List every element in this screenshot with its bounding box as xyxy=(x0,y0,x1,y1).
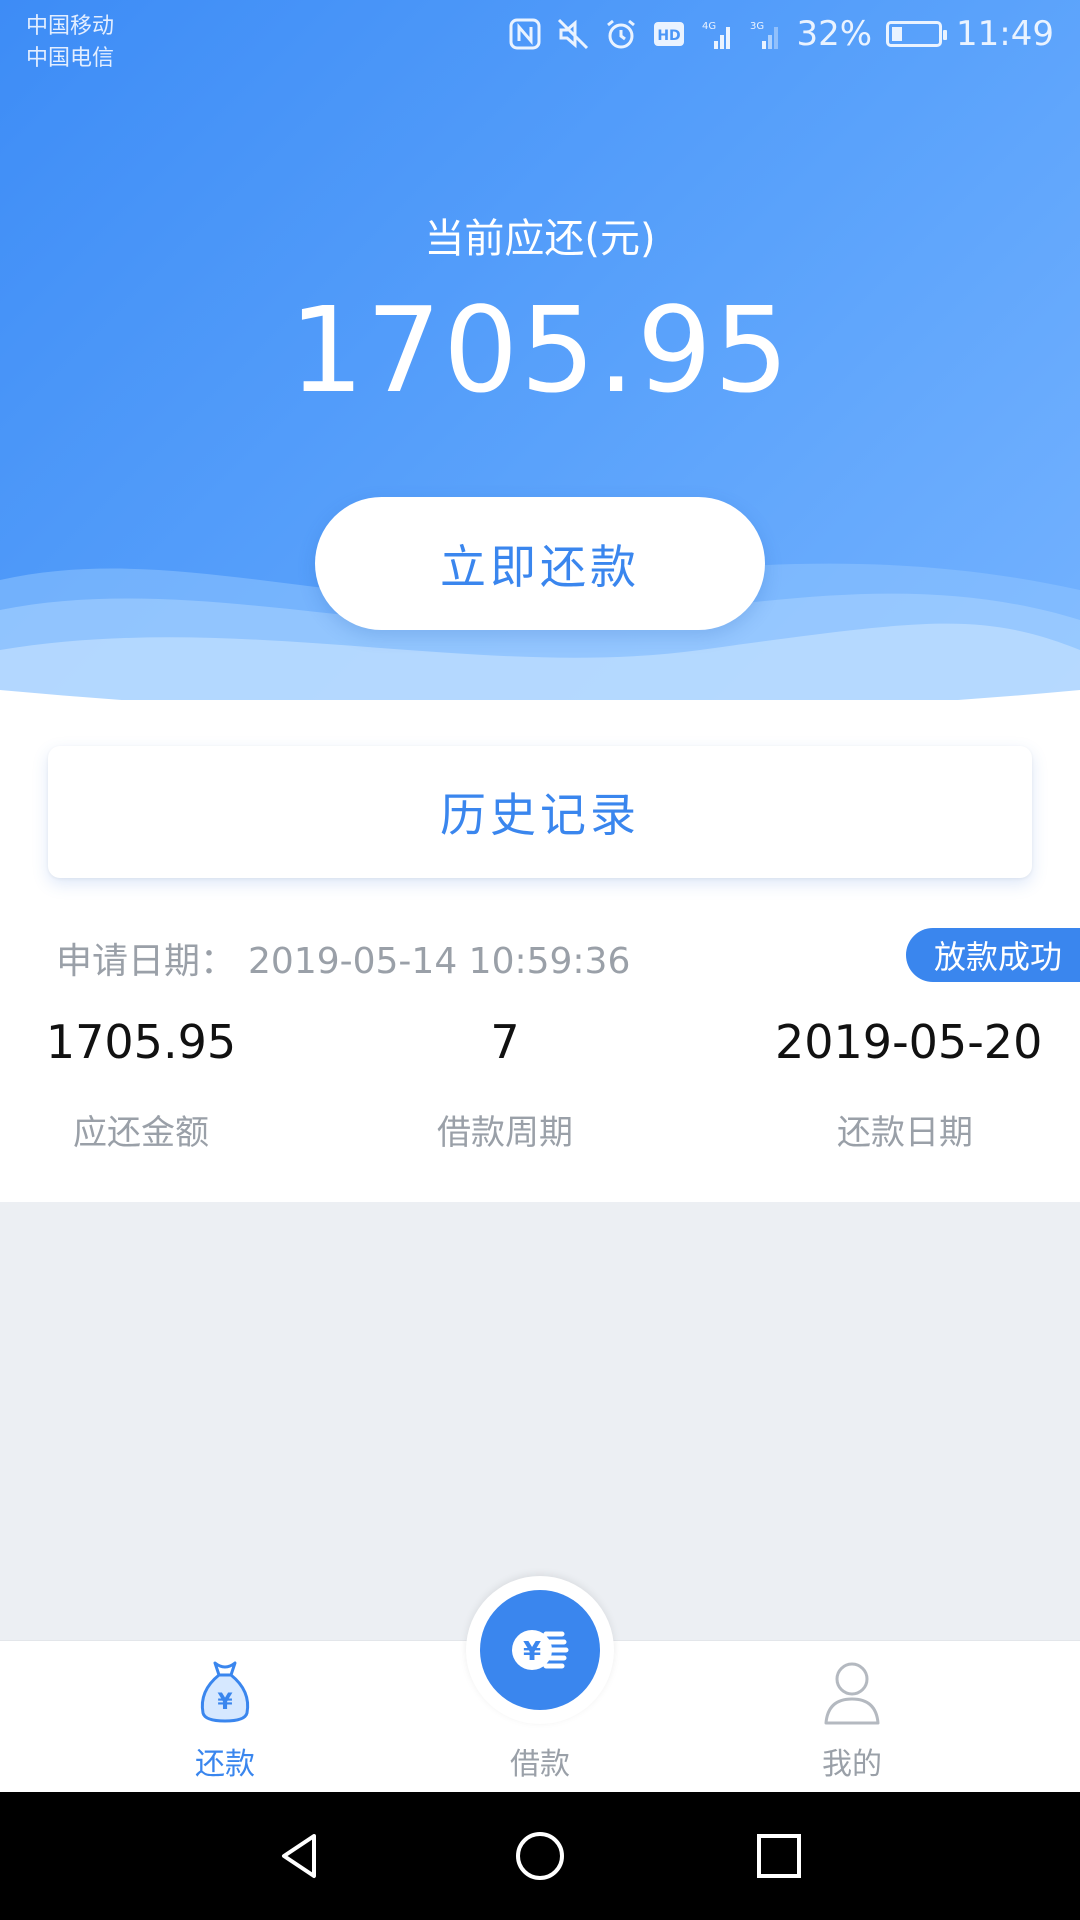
alarm-icon xyxy=(607,19,636,49)
svg-text:¥: ¥ xyxy=(523,1637,541,1667)
nfc-icon xyxy=(509,18,541,50)
period-value: 7 xyxy=(490,1015,520,1069)
money-bag-icon: ¥ xyxy=(200,1661,250,1723)
nav-back-button[interactable] xyxy=(270,1826,330,1886)
history-label: 历史记录 xyxy=(440,788,640,842)
repay-now-button[interactable]: 立即还款 xyxy=(315,497,765,630)
period-label: 借款周期 xyxy=(437,1113,573,1153)
status-icons: HD 4G 3G 32% 11:49 xyxy=(508,14,1054,54)
status-time: 11:49 xyxy=(956,14,1054,54)
status-bar: 中国移动 中国电信 HD 4G 3G 32% 11:49 xyxy=(0,0,1080,80)
home-icon xyxy=(516,1832,564,1880)
borrow-fab-button[interactable]: ¥ xyxy=(480,1590,600,1710)
stat-amount: 1705.95 应还金额 xyxy=(36,1015,246,1154)
signal-icon: 4G xyxy=(702,21,731,49)
due-label: 当前应还(元) xyxy=(424,216,656,262)
status-badge: 放款成功 xyxy=(905,928,1080,982)
signal-icon-2: 3G xyxy=(750,21,779,49)
carrier-1: 中国移动 xyxy=(26,14,115,39)
svg-text:HD: HD xyxy=(658,28,681,44)
battery-percent: 32% xyxy=(796,14,873,54)
amount-value: 1705.95 xyxy=(45,1015,237,1069)
stat-period: 7 借款周期 xyxy=(405,1015,605,1154)
tab-mine[interactable]: 我的 xyxy=(752,1641,952,1793)
tab-borrow-label: 借款 xyxy=(510,1747,570,1782)
due-date-label: 还款日期 xyxy=(837,1113,973,1153)
network-label-2: 3G xyxy=(750,21,764,32)
recent-apps-icon xyxy=(757,1834,801,1878)
mute-icon xyxy=(558,18,589,50)
due-date-value: 2019-05-20 xyxy=(775,1015,1043,1069)
network-label-1: 4G xyxy=(702,21,716,32)
person-icon xyxy=(824,1662,880,1725)
tab-repay[interactable]: ¥ 还款 xyxy=(125,1641,325,1793)
history-button[interactable]: 历史记录 xyxy=(48,746,1032,878)
stat-due-date: 2019-05-20 还款日期 xyxy=(775,1015,1043,1154)
tab-repay-label: 还款 xyxy=(195,1747,255,1782)
apply-date-value: 2019-05-14 10:59:36 xyxy=(248,941,631,982)
due-amount: 1705.95 xyxy=(289,281,791,419)
hd-icon: HD xyxy=(654,22,685,46)
carrier-2: 中国电信 xyxy=(26,46,115,71)
svg-text:¥: ¥ xyxy=(217,1690,233,1715)
battery-fill xyxy=(892,27,903,41)
back-icon xyxy=(282,1834,316,1878)
nav-recent-button[interactable] xyxy=(749,1826,809,1886)
battery-icon xyxy=(886,21,948,47)
tab-mine-label: 我的 xyxy=(822,1747,882,1782)
amount-label: 应还金额 xyxy=(73,1113,209,1153)
system-nav-bar xyxy=(0,1792,1080,1920)
nav-home-button[interactable] xyxy=(510,1826,570,1886)
apply-date-label: 申请日期： xyxy=(56,941,237,982)
yen-coin-icon: ¥ xyxy=(512,1630,569,1670)
apply-date-row: 申请日期： 2019-05-14 10:59:36 xyxy=(56,932,630,984)
